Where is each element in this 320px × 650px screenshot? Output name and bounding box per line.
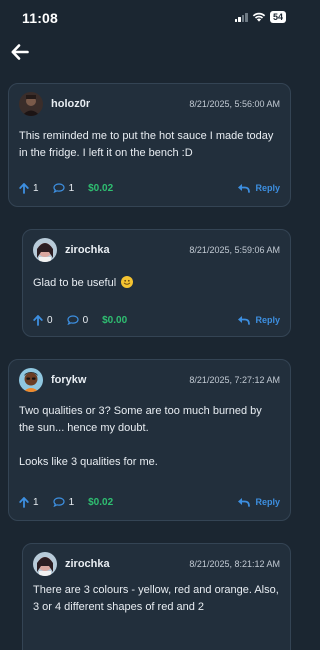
timestamp: 8/21/2025, 5:59:06 AM bbox=[189, 245, 280, 255]
reply-label: Reply bbox=[255, 183, 280, 193]
status-icons: 54 bbox=[234, 11, 286, 23]
comment-footer: 1 1 $0.02 Reply bbox=[19, 494, 280, 510]
chat-bubble-icon bbox=[66, 315, 79, 325]
reply-arrow-icon bbox=[238, 316, 251, 325]
payout-amount: $0.02 bbox=[88, 496, 114, 508]
comment-paragraph: Two qualities or 3? Some are too much bu… bbox=[19, 405, 262, 434]
comment-header: holoz0r 8/21/2025, 5:56:00 AM bbox=[19, 91, 280, 117]
comments-button[interactable]: 1 bbox=[52, 182, 75, 194]
username[interactable]: zirochka bbox=[65, 558, 110, 570]
upvote-count: 0 bbox=[47, 314, 53, 326]
comment-paragraph: Glad to be useful bbox=[33, 275, 280, 292]
upvote-count: 1 bbox=[33, 182, 39, 194]
status-time: 11:08 bbox=[22, 10, 59, 26]
upvote-button[interactable]: 0 bbox=[33, 315, 53, 326]
comment-body: Two qualities or 3? Some are too much bu… bbox=[19, 403, 280, 471]
timestamp: 8/21/2025, 7:27:12 AM bbox=[189, 375, 280, 385]
comment-paragraph: There are 3 colours - yellow, red and or… bbox=[33, 584, 279, 613]
comment-card: zirochka 8/21/2025, 8:21:12 AM There are… bbox=[22, 543, 291, 650]
screen: 11:08 54 holoz0r 8/21/2025, 5:56:00 AM T… bbox=[0, 0, 300, 650]
payout-amount: $0.00 bbox=[102, 314, 128, 326]
arrow-up-icon bbox=[19, 496, 29, 508]
timestamp: 8/21/2025, 8:21:12 AM bbox=[189, 559, 280, 569]
reply-arrow-icon bbox=[238, 184, 251, 193]
username[interactable]: forykw bbox=[51, 374, 86, 386]
comment-body: Glad to be useful bbox=[33, 275, 280, 292]
comments-button[interactable]: 0 bbox=[66, 314, 89, 326]
arrow-up-icon bbox=[19, 182, 29, 194]
chat-bubble-icon bbox=[52, 183, 65, 193]
avatar[interactable] bbox=[19, 368, 43, 392]
payout-amount: $0.02 bbox=[88, 182, 114, 194]
reply-button[interactable]: Reply bbox=[237, 315, 280, 325]
chat-bubble-icon bbox=[52, 497, 65, 507]
reply-arrow-icon bbox=[238, 498, 251, 507]
timestamp: 8/21/2025, 5:56:00 AM bbox=[189, 99, 280, 109]
wifi-icon bbox=[252, 12, 266, 22]
comments-button[interactable]: 1 bbox=[52, 496, 75, 508]
back-button[interactable] bbox=[8, 40, 32, 64]
reply-button[interactable]: Reply bbox=[237, 497, 280, 507]
avatar[interactable] bbox=[33, 238, 57, 262]
comment-header: forykw 8/21/2025, 7:27:12 AM bbox=[19, 367, 280, 393]
upvote-button[interactable]: 1 bbox=[19, 497, 39, 508]
username[interactable]: zirochka bbox=[65, 244, 110, 256]
comment-card: forykw 8/21/2025, 7:27:12 AM Two qualiti… bbox=[8, 359, 291, 521]
smiling-face-emoji bbox=[121, 276, 134, 288]
comment-footer: 0 0 $0.00 Reply bbox=[33, 312, 280, 328]
battery-indicator: 54 bbox=[269, 11, 286, 23]
reply-count: 1 bbox=[68, 496, 75, 508]
comment-footer: 1 1 $0.02 Reply bbox=[19, 180, 280, 196]
avatar[interactable] bbox=[33, 552, 57, 576]
comment-header: zirochka 8/21/2025, 5:59:06 AM bbox=[33, 237, 280, 263]
reply-button[interactable]: Reply bbox=[237, 183, 280, 193]
status-bar: 11:08 54 bbox=[0, 0, 300, 34]
arrow-left-icon bbox=[11, 44, 29, 60]
comment-paragraph: Looks like 3 qualities for me. bbox=[19, 456, 158, 468]
reply-count: 1 bbox=[68, 182, 75, 194]
comment-body: There are 3 colours - yellow, red and or… bbox=[33, 582, 280, 616]
comment-body: This reminded me to put the hot sauce I … bbox=[19, 128, 280, 162]
reply-label: Reply bbox=[255, 315, 280, 325]
cellular-signal-icon bbox=[234, 12, 248, 22]
username[interactable]: holoz0r bbox=[51, 98, 90, 110]
comment-paragraph: This reminded me to put the hot sauce I … bbox=[19, 130, 274, 159]
avatar[interactable] bbox=[19, 92, 43, 116]
comment-text: Glad to be useful bbox=[33, 277, 117, 289]
arrow-up-icon bbox=[33, 314, 43, 326]
reply-label: Reply bbox=[255, 497, 280, 507]
comment-card: zirochka 8/21/2025, 5:59:06 AM Glad to b… bbox=[22, 229, 291, 337]
comment-card: holoz0r 8/21/2025, 5:56:00 AM This remin… bbox=[8, 83, 291, 207]
comment-header: zirochka 8/21/2025, 8:21:12 AM bbox=[33, 551, 280, 577]
upvote-button[interactable]: 1 bbox=[19, 183, 39, 194]
upvote-count: 1 bbox=[33, 496, 39, 508]
reply-count: 0 bbox=[82, 314, 89, 326]
